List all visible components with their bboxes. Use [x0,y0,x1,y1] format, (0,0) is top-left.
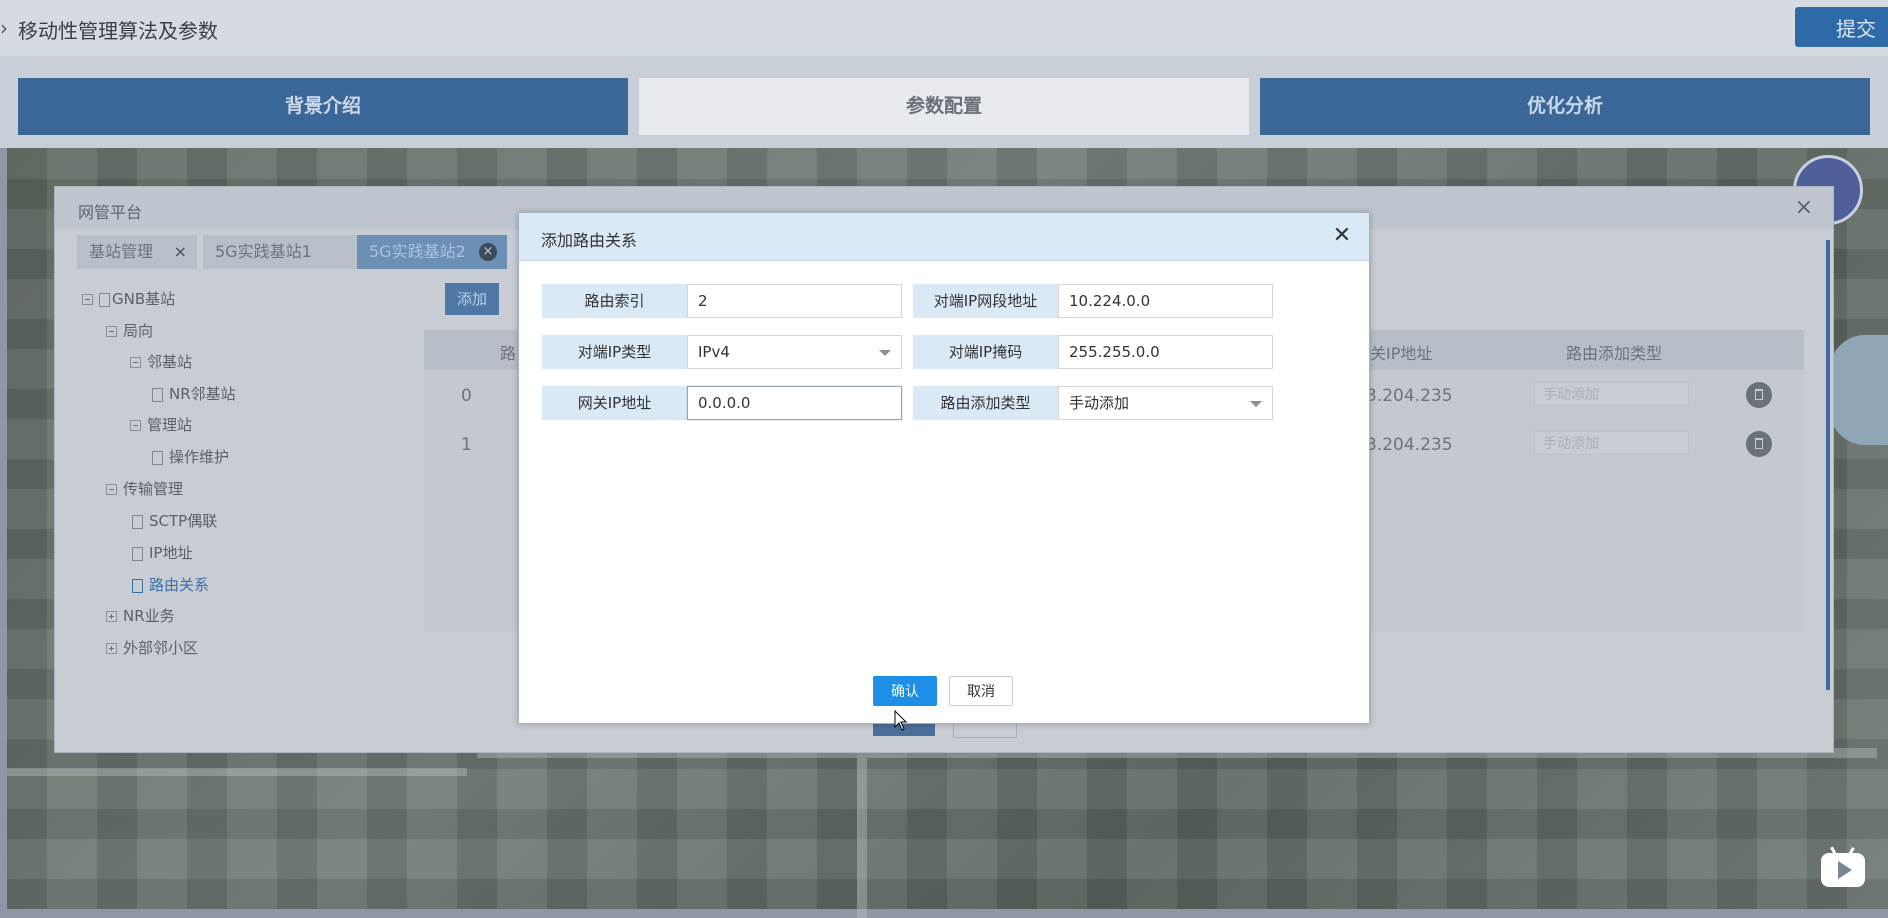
gateway-ip-label: 网关IP地址 [542,386,687,420]
robot-helper-icon[interactable] [1830,335,1888,445]
tab-parameter-config[interactable]: 参数配置 [639,78,1249,135]
tree-node-neighbor-station[interactable]: 邻基站 [130,351,192,372]
peer-segment-label: 对端IP网段地址 [913,284,1058,318]
tree-node-external-neighbor[interactable]: 外部邻小区 [106,637,198,658]
route-add-type-select[interactable]: 手动添加 [1058,386,1273,420]
add-route-dialog: 添加路由关系 ✕ 路由索引 对端IP网段地址 对端IP类型 IPv4 对端IP掩… [518,212,1370,724]
tree-node-transport[interactable]: 传输管理 [106,478,183,499]
peer-segment-input[interactable] [1058,284,1273,318]
select-value: IPv4 [698,343,730,361]
peer-mask-label: 对端IP掩码 [913,335,1058,369]
peer-ip-type-label: 对端IP类型 [542,335,687,369]
gateway-ip-input[interactable] [687,386,902,420]
page-title: 移动性管理算法及参数 [18,19,218,43]
tree-node-nr-service[interactable]: NR业务 [106,605,175,626]
table-cell: 0 [461,386,472,406]
delete-icon[interactable] [1746,431,1772,457]
close-icon[interactable]: × [174,235,187,269]
delete-icon[interactable] [1746,382,1772,408]
column-header: 路 [500,344,517,363]
tab-station-2[interactable]: 5G实践基站2 × [357,235,507,269]
table-cell: 3.204.235 [1366,386,1453,406]
chevron-down-icon [879,350,891,356]
dialog-header: 添加路由关系 ✕ [519,213,1369,261]
route-add-type-label: 路由添加类型 [913,386,1058,420]
cancel-button[interactable]: 取消 [949,676,1013,706]
route-type-select[interactable]: 手动添加 [1534,431,1689,455]
close-icon[interactable]: ✕ [1331,225,1353,247]
tab-station-management[interactable]: 基站管理 × [77,235,197,269]
table-cell: 1 [461,435,472,455]
table-cell: 3.204.235 [1366,435,1453,455]
dialog-title: 添加路由关系 [541,231,638,250]
tree-node-ip-address[interactable]: IP地址 [132,542,192,563]
tree-node-oam[interactable]: 操作维护 [152,446,229,467]
tab-background[interactable]: 背景介绍 [18,78,628,135]
route-index-label: 路由索引 [542,284,687,318]
tree-node-sctp[interactable]: SCTP偶联 [132,510,217,531]
route-type-select[interactable]: 手动添加 [1534,382,1689,406]
close-icon[interactable]: × [479,243,497,261]
tree-node-nr-neighbor[interactable]: NR邻基站 [152,383,236,404]
chevron-right-icon: › [0,16,8,40]
mouse-cursor-icon [894,710,908,731]
close-icon[interactable]: × [1795,195,1813,220]
tab-optimization[interactable]: 优化分析 [1260,78,1870,135]
peer-mask-input[interactable] [1058,335,1273,369]
tree-node-gnb[interactable]: GNB基站 [82,288,175,309]
window-title: 网管平台 [78,203,143,222]
peer-ip-type-select[interactable]: IPv4 [687,335,902,369]
scrollbar[interactable] [1826,240,1830,690]
tree-node-management-station[interactable]: 管理站 [130,414,192,435]
video-play-icon[interactable] [1818,843,1868,893]
tab-label: 5G实践基站1 [215,242,312,261]
tab-label: 基站管理 [89,242,154,261]
chevron-down-icon [1250,401,1262,407]
column-header: 路由添加类型 [1566,344,1663,363]
confirm-button[interactable]: 确认 [873,676,937,706]
route-index-input[interactable] [687,284,902,318]
nav-bar: 背景介绍 参数配置 优化分析 [0,56,1888,148]
select-value: 手动添加 [1069,394,1130,412]
tree-node-routing[interactable]: 路由关系 [132,574,209,595]
submit-button[interactable]: 提交 [1795,7,1888,47]
add-button[interactable]: 添加 [445,283,499,315]
page-header: › 移动性管理算法及参数 提交 [0,0,1888,57]
tree-node-direction[interactable]: 局向 [106,320,153,341]
tab-label: 5G实践基站2 [369,242,466,261]
